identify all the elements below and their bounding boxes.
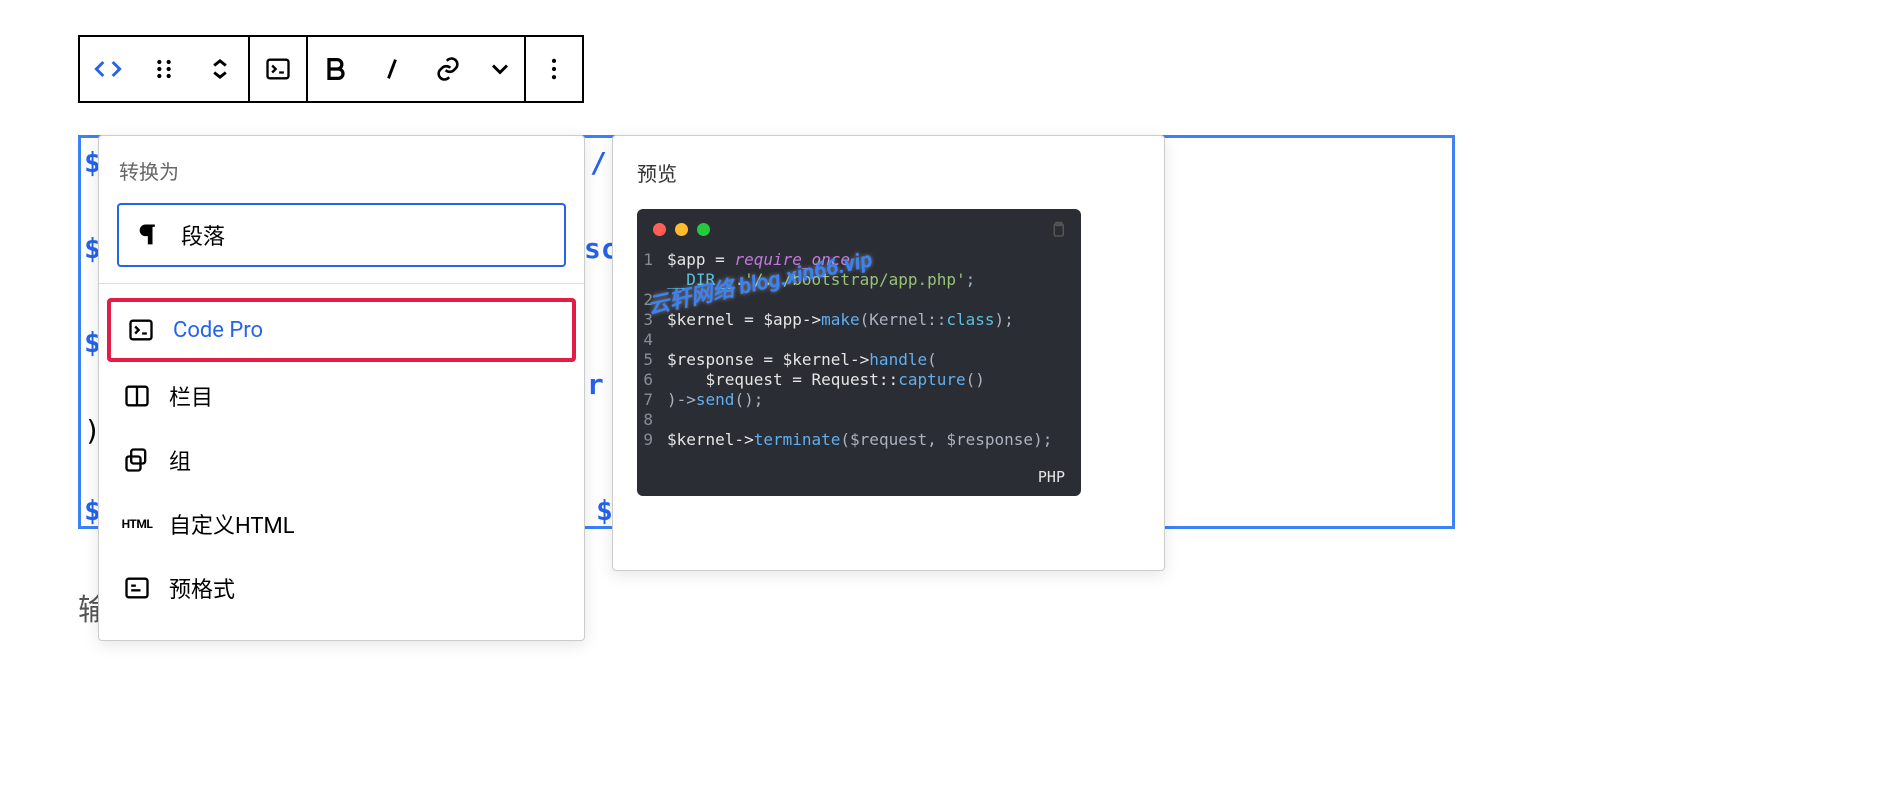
option-label: 自定义HTML [169,508,295,540]
code-window: 1$app = require_once __DIR__.'/../bootst… [637,209,1081,496]
close-dot-icon [653,223,666,236]
transform-option-paragraph[interactable]: 段落 [117,203,566,267]
block-type-button[interactable] [80,37,136,101]
transform-popup: 转换为 段落 Code Pro 栏目 组 HTML 自定义HTML 预格式 [98,135,585,641]
columns-icon [123,382,151,410]
more-formatting-button[interactable] [476,37,524,101]
option-label: 栏目 [169,380,213,412]
preview-title: 预览 [637,158,1140,187]
transform-option-group[interactable]: 组 [107,430,576,490]
option-label: 段落 [181,219,225,251]
italic-icon [378,55,406,83]
preview-panel: 预览 1$app = require_once __DIR__.'/../boo… [612,135,1165,571]
bold-icon [322,55,350,83]
more-vertical-icon [540,55,568,83]
terminal-icon [127,316,155,344]
link-icon [434,55,462,83]
minimize-dot-icon [675,223,688,236]
terminal-button[interactable] [250,37,306,101]
paragraph-icon [135,221,163,249]
drag-dots-icon [150,55,178,83]
html-icon: HTML [123,510,151,538]
transform-option-code-pro[interactable]: Code Pro [107,298,576,362]
italic-button[interactable] [364,37,420,101]
move-updown-button[interactable] [192,37,248,101]
chevron-updown-icon [206,55,234,83]
transform-option-columns[interactable]: 栏目 [107,366,576,426]
block-toolbar [78,35,584,103]
link-button[interactable] [420,37,476,101]
option-label: 组 [169,444,191,476]
more-options-button[interactable] [526,37,582,101]
transform-option-custom-html[interactable]: HTML 自定义HTML [107,494,576,554]
window-titlebar [637,209,1081,250]
terminal-icon [264,55,292,83]
drag-handle-button[interactable] [136,37,192,101]
option-label: Code Pro [173,318,263,343]
maximize-dot-icon [697,223,710,236]
popup-title: 转换为 [99,136,584,199]
chevron-down-icon [486,55,514,83]
group-icon [123,446,151,474]
code-brackets-icon [94,55,122,83]
language-badge: PHP [637,460,1081,496]
transform-option-preformatted[interactable]: 预格式 [107,558,576,618]
option-label: 预格式 [169,572,235,604]
bold-button[interactable] [308,37,364,101]
clipboard-icon[interactable] [1049,221,1067,243]
preformatted-icon [123,574,151,602]
code-body: 1$app = require_once __DIR__.'/../bootst… [637,250,1081,460]
